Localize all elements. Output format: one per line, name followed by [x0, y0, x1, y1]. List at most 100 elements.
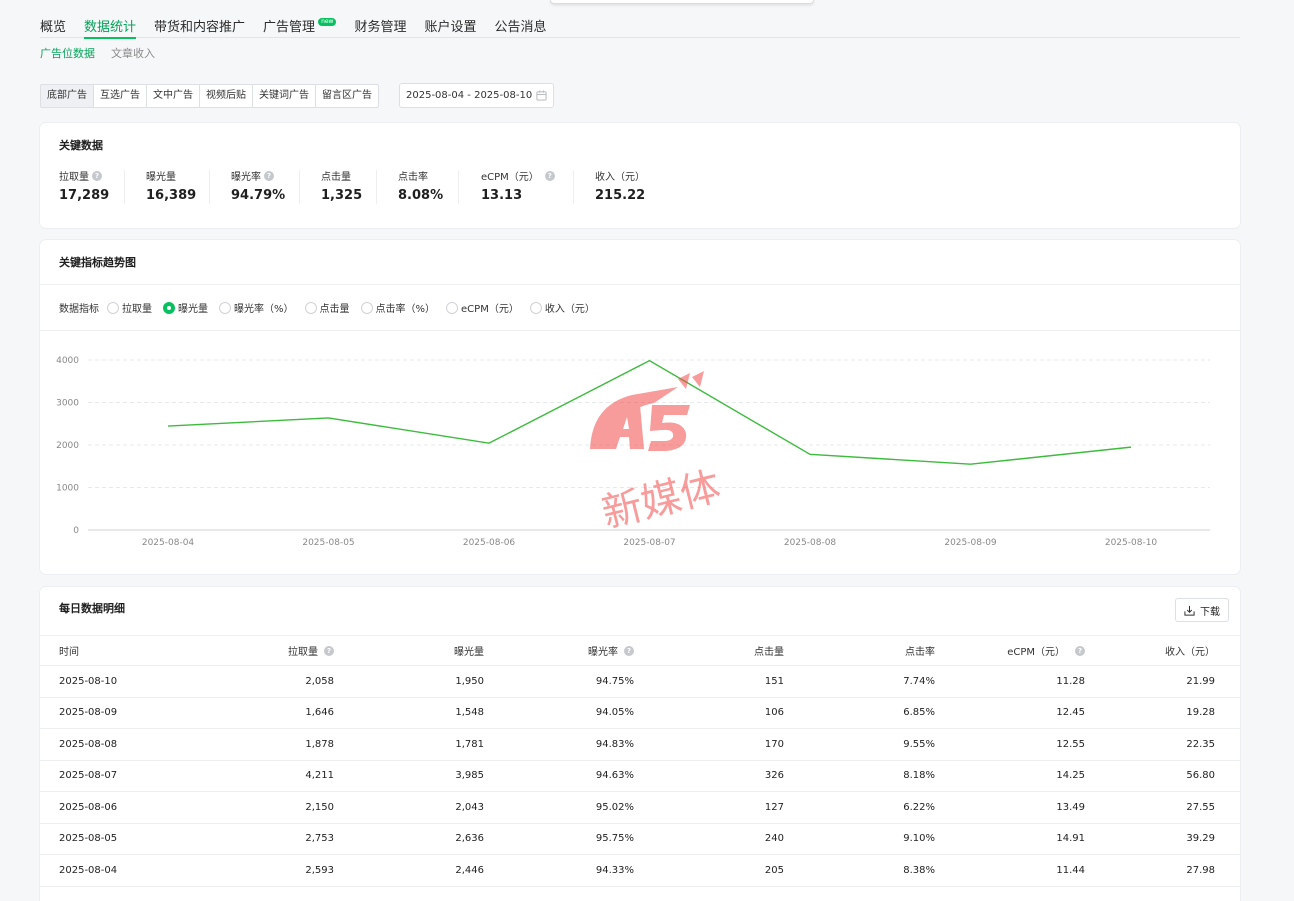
table-cell: 2,058 — [305, 675, 334, 687]
table-cell: 8.18% — [903, 770, 935, 782]
new-badge: new — [318, 18, 337, 26]
y-tick-label: 4000 — [56, 356, 79, 366]
nav-ad-management[interactable]: 广告管理 new — [263, 16, 337, 38]
metric-value: 215.22 — [595, 188, 646, 203]
table-cell: 2,636 — [455, 833, 484, 845]
radio-ctr[interactable]: 点击率（%） — [360, 300, 436, 315]
table-cell: 4,211 — [305, 770, 334, 782]
table-cell: 2,150 — [305, 801, 334, 813]
help-icon[interactable]: ? — [1075, 645, 1085, 656]
metric-divider — [573, 170, 574, 204]
radio-clicks[interactable]: 点击量 — [304, 300, 350, 315]
metric-divider — [299, 170, 300, 204]
table-cell: 2025-08-09 — [59, 707, 118, 719]
help-icon[interactable]: ? — [624, 645, 634, 656]
key-data-card: 关键数据 拉取量? 17,289 曝光量 16,389 曝光率? 94.79% … — [40, 123, 1240, 228]
help-icon[interactable]: ? — [544, 170, 555, 181]
date-range-value: 2025-08-04 - 2025-08-10 — [406, 90, 533, 101]
help-icon[interactable]: ? — [92, 170, 102, 181]
header-label: eCPM（元） — [1007, 647, 1065, 658]
subtab-article-income[interactable]: 文章收入 — [111, 45, 155, 61]
metric-clicks: 点击量 1,325 — [321, 168, 398, 208]
radio-ecpm[interactable]: eCPM（元） — [446, 300, 519, 315]
metric-value: 8.08% — [398, 188, 444, 203]
radio-label: 收入（元） — [544, 304, 595, 315]
table-cell: 27.98 — [1186, 864, 1215, 876]
nav-label: 公告消息 — [494, 20, 547, 35]
daily-title: 每日数据明细 — [59, 602, 125, 615]
table-cell: 19.28 — [1186, 707, 1215, 719]
ad-type-tabs: 底部广告 互选广告 文中广告 视频后贴 关键词广告 留言区广告 — [40, 84, 379, 108]
radio-exposure[interactable]: 曝光量 — [163, 300, 208, 315]
header-label: 点击率 — [905, 647, 935, 658]
key-data-title: 关键数据 — [59, 139, 103, 152]
x-tick-label: 2025-08-06 — [463, 538, 516, 548]
radio-checked-icon — [163, 301, 175, 314]
x-tick-label: 2025-08-08 — [784, 538, 837, 548]
table-cell: 12.55 — [1056, 738, 1085, 750]
nav-account-settings[interactable]: 账户设置 — [424, 16, 476, 38]
table-cell: 14.25 — [1056, 770, 1085, 782]
a5-watermark-logo: 新媒体 — [590, 371, 725, 535]
ad-type-mutual[interactable]: 互选广告 — [94, 85, 147, 107]
ad-type-in-article[interactable]: 文中广告 — [147, 85, 200, 107]
metric-label: eCPM（元） — [481, 172, 539, 183]
table-cell: 326 — [764, 770, 784, 782]
radio-icon — [107, 301, 119, 314]
help-icon[interactable]: ? — [324, 645, 334, 656]
table-cell: 11.44 — [1056, 864, 1085, 876]
table-cell: 106 — [764, 707, 784, 719]
header-pull: 拉取量? — [190, 643, 334, 658]
nav-data-stats[interactable]: 数据统计 — [84, 16, 137, 39]
metric-exposure-rate: 曝光率? 94.79% — [231, 168, 321, 208]
nav-promotion[interactable]: 带货和内容推广 — [154, 16, 245, 38]
table-cell: 2025-08-07 — [59, 770, 118, 782]
nav-label: 数据统计 — [84, 20, 137, 35]
download-button[interactable]: 下载 — [1175, 598, 1229, 622]
radio-exposure-rate[interactable]: 曝光率（%） — [219, 300, 294, 315]
subtab-ad-slot-data[interactable]: 广告位数据 — [40, 45, 95, 61]
ad-type-keyword[interactable]: 关键词广告 — [253, 85, 316, 107]
ad-type-bottom[interactable]: 底部广告 — [41, 85, 94, 107]
nav-overview[interactable]: 概览 — [40, 16, 66, 38]
table-cell: 2025-08-06 — [59, 801, 118, 813]
radio-label: 点击率（%） — [375, 304, 436, 315]
nav-announcements[interactable]: 公告消息 — [495, 16, 547, 38]
table-cell: 2,043 — [455, 801, 484, 813]
radio-label: eCPM（元） — [461, 304, 519, 315]
top-popover-edge — [550, 0, 814, 4]
nav-label: 带货和内容推广 — [154, 20, 246, 35]
radio-icon — [219, 301, 231, 314]
metric-ctr: 点击率 8.08% — [398, 168, 481, 208]
help-icon[interactable]: ? — [264, 170, 274, 181]
radio-income[interactable]: 收入（元） — [529, 300, 595, 315]
radio-pull[interactable]: 拉取量 — [107, 300, 152, 315]
metric-label: 拉取量 — [59, 172, 89, 183]
table-cell: 94.05% — [595, 707, 634, 719]
metric-value: 17,289 — [59, 188, 110, 203]
nav-finance[interactable]: 财务管理 — [354, 16, 406, 38]
table-row: 2025-08-07 4,211 3,985 94.63% 326 8.18% 14.25 5… — [40, 761, 1240, 792]
key-metrics: 拉取量? 17,289 曝光量 16,389 曝光率? 94.79% 点击量 1… — [59, 168, 685, 208]
date-range-picker[interactable]: 2025-08-04 - 2025-08-10 — [399, 83, 554, 108]
table-header-row: 时间 拉取量? 曝光量 曝光率? 点击量 点击率 eCPM（元）? 收入（元） — [40, 636, 1240, 666]
table-cell: 95.02% — [595, 801, 634, 813]
table-cell: 39.29 — [1186, 833, 1215, 845]
ad-type-video-post[interactable]: 视频后贴 — [200, 85, 253, 107]
table-cell: 94.33% — [595, 864, 634, 876]
table-cell: 1,646 — [305, 707, 334, 719]
table-cell: 95.75% — [595, 833, 634, 845]
table-cell: 1,950 — [455, 675, 484, 687]
table-row: 2025-08-05 2,753 2,636 95.75% 240 9.10% 14.91 3… — [40, 824, 1240, 855]
table-cell: 2025-08-08 — [59, 738, 118, 750]
ad-type-comment[interactable]: 留言区广告 — [316, 85, 378, 107]
metric-value: 16,389 — [146, 188, 197, 203]
table-row: 2025-08-04 2,593 2,446 94.33% 205 8.38% 11.44 2… — [40, 855, 1240, 887]
metric-label: 点击率 — [398, 172, 428, 183]
table-cell: 2025-08-05 — [59, 833, 118, 845]
radio-icon — [529, 301, 542, 314]
metric-label: 曝光量 — [146, 172, 176, 183]
header-label: 收入（元） — [1165, 647, 1215, 658]
x-tick-label: 2025-08-09 — [944, 538, 997, 548]
header-label: 拉取量 — [288, 647, 318, 658]
